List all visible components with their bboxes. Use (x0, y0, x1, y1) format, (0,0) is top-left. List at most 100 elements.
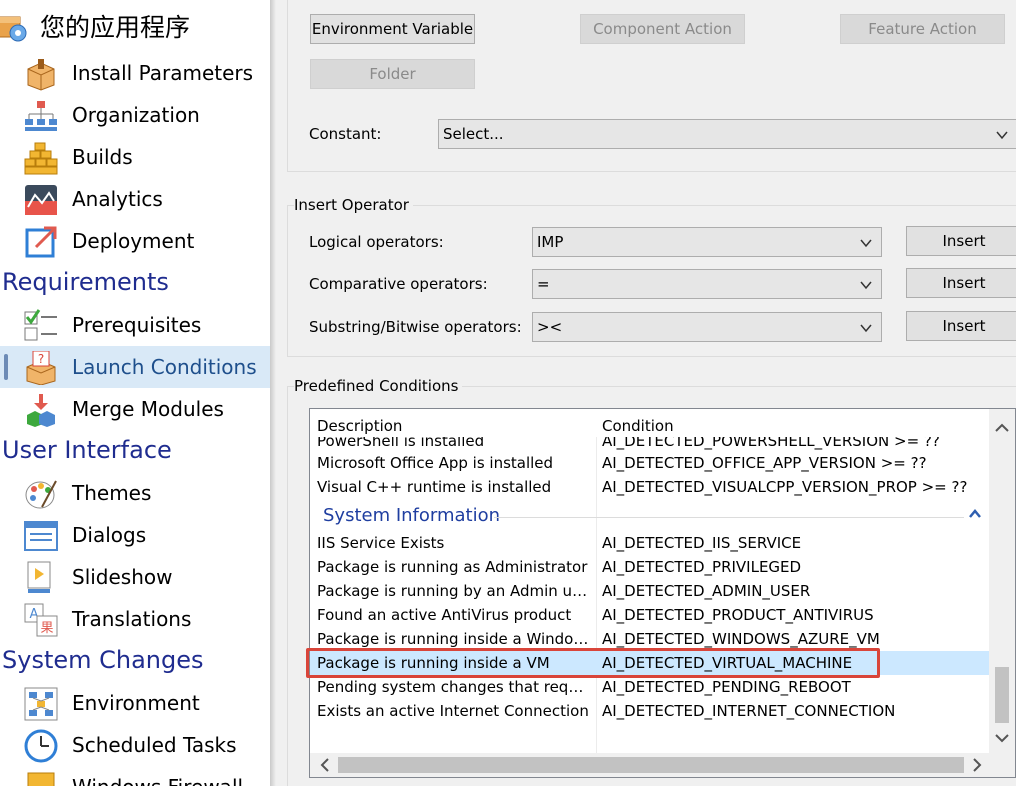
section-header-user-interface: User Interface (2, 436, 172, 464)
sidebar-item-label: Translations (72, 607, 192, 631)
scroll-right-icon[interactable] (966, 753, 988, 777)
insert-operator-title: Insert Operator (294, 196, 413, 214)
sidebar-item-dialogs[interactable]: Dialogs (0, 514, 270, 556)
sidebar-item-windows-firewall[interactable]: Windows Firewall (0, 766, 270, 786)
sidebar-item-environment[interactable]: Environment (0, 682, 270, 724)
sidebar-item-merge-modules[interactable]: Merge Modules (0, 388, 270, 430)
sidebar-item-organization[interactable]: Organization (0, 94, 270, 136)
svg-text:?: ? (38, 352, 44, 366)
environment-variable-button[interactable]: Environment Variable (310, 14, 475, 44)
scroll-left-icon[interactable] (314, 753, 336, 777)
scheduled-tasks-icon (24, 729, 58, 763)
group-label: System Information (323, 505, 501, 526)
sidebar-item-label: Organization (72, 103, 200, 127)
group-row-system-information[interactable]: System Information (310, 501, 990, 531)
row-description: Pending system changes that require... (317, 678, 589, 696)
predefined-conditions-list[interactable]: PowerShell is installed AI_DETECTED_POWE… (309, 408, 1016, 778)
sidebar: 您的应用程序 Install Parameters Organization B… (0, 0, 270, 786)
sidebar-item-launch-conditions[interactable]: ? Launch Conditions (0, 346, 270, 388)
slideshow-icon (27, 561, 51, 593)
vertical-scrollbar[interactable] (989, 409, 1015, 753)
sidebar-item-slideshow[interactable]: Slideshow (0, 556, 270, 598)
sidebar-item-label: Themes (72, 481, 152, 505)
row-condition: AI_DETECTED_PRODUCT_ANTIVIRUS (602, 606, 874, 624)
list-header: Description Condition (310, 409, 990, 437)
list-item[interactable]: Found an active AntiVirus product AI_DET… (310, 603, 990, 627)
group-divider (494, 517, 964, 518)
folder-button[interactable]: Folder (310, 59, 475, 89)
logical-operators-value: IMP (537, 233, 564, 251)
selection-indicator (4, 354, 8, 380)
sidebar-divider (270, 0, 276, 786)
row-condition: AI_DETECTED_PRIVILEGED (602, 558, 802, 576)
chevron-up-icon[interactable] (968, 507, 982, 521)
sidebar-item-label: Install Parameters (72, 61, 254, 85)
sidebar-item-scheduled-tasks[interactable]: Scheduled Tasks (0, 724, 270, 766)
logical-operators-select[interactable]: IMP (532, 227, 882, 257)
sidebar-item-label: Analytics (72, 187, 163, 211)
insert-substring-button[interactable]: Insert (906, 311, 1016, 341)
row-condition: AI_DETECTED_INTERNET_CONNECTION (602, 702, 896, 720)
comparative-operators-select[interactable]: = (532, 269, 882, 299)
constant-select-value: Select... (443, 125, 504, 143)
list-item[interactable]: IIS Service Exists AI_DETECTED_IIS_SERVI… (310, 531, 990, 555)
chevron-down-icon (860, 239, 872, 248)
row-description: Microsoft Office App is installed (317, 454, 554, 472)
chevron-down-icon (996, 131, 1008, 140)
component-action-button[interactable]: Component Action (580, 14, 745, 44)
app-title-label: 您的应用程序 (40, 13, 191, 42)
list-item[interactable]: Pending system changes that require... A… (310, 675, 990, 699)
list-item[interactable]: Package is running as Administrator AI_D… (310, 555, 990, 579)
sidebar-item-prerequisites[interactable]: Prerequisites (0, 304, 270, 346)
vertical-scroll-thumb[interactable] (995, 667, 1009, 723)
constant-select[interactable]: Select... (438, 119, 1016, 149)
row-description: Package is running inside a Window... (317, 630, 589, 648)
analytics-icon (25, 185, 57, 215)
row-condition: AI_DETECTED_OFFICE_APP_VERSION >= ?? (602, 454, 927, 472)
row-description: IIS Service Exists (317, 534, 445, 552)
sidebar-item-label: Builds (72, 145, 133, 169)
install-parameters-icon (27, 59, 55, 91)
app-title[interactable]: 您的应用程序 (0, 4, 190, 48)
column-header-description[interactable]: Description (317, 417, 402, 435)
list-item[interactable]: Microsoft Office App is installed AI_DET… (310, 451, 990, 475)
comparative-operators-label: Comparative operators: (309, 275, 488, 293)
sidebar-item-label: Merge Modules (72, 397, 224, 421)
sidebar-item-analytics[interactable]: Analytics (0, 178, 270, 220)
substring-operators-label: Substring/Bitwise operators: (309, 318, 522, 336)
windows-firewall-icon (27, 772, 55, 786)
column-header-condition[interactable]: Condition (602, 417, 674, 435)
sidebar-item-label: Prerequisites (72, 313, 202, 337)
sidebar-item-label: Slideshow (72, 565, 173, 589)
row-condition: AI_DETECTED_PENDING_REBOOT (602, 678, 851, 696)
sidebar-item-themes[interactable]: Themes (0, 472, 270, 514)
horizontal-scrollbar[interactable] (310, 753, 990, 777)
scroll-down-icon[interactable] (989, 727, 1015, 749)
insert-logical-button[interactable]: Insert (906, 226, 1016, 256)
launch-conditions-icon: ? (26, 351, 56, 385)
substring-operators-select[interactable]: >< (532, 312, 882, 342)
row-condition: AI_DETECTED_IIS_SERVICE (602, 534, 802, 552)
sidebar-item-install-parameters[interactable]: Install Parameters (0, 52, 270, 94)
chevron-down-icon (860, 281, 872, 290)
sidebar-item-label: Dialogs (72, 523, 147, 547)
list-item[interactable]: Exists an active Internet Connection AI_… (310, 699, 990, 723)
list-item[interactable]: Package is running by an Admin user AI_D… (310, 579, 990, 603)
svg-text:果: 果 (40, 621, 53, 636)
sidebar-item-label: Deployment (72, 229, 195, 253)
environment-icon (24, 687, 58, 721)
horizontal-scroll-thumb[interactable] (338, 757, 964, 773)
section-header-requirements: Requirements (2, 268, 169, 296)
sidebar-item-translations[interactable]: A 果 Translations (0, 598, 270, 640)
scroll-up-icon[interactable] (989, 417, 1015, 439)
themes-icon (25, 480, 57, 509)
list-item[interactable]: Visual C++ runtime is installed AI_DETEC… (310, 475, 990, 499)
sidebar-item-deployment[interactable]: Deployment (0, 220, 270, 262)
row-description: Visual C++ runtime is installed (317, 478, 552, 496)
feature-action-button[interactable]: Feature Action (840, 14, 1005, 44)
app-package-icon (0, 16, 27, 42)
sidebar-item-builds[interactable]: Builds (0, 136, 270, 178)
insert-comparative-button[interactable]: Insert (906, 268, 1016, 298)
deployment-icon (25, 226, 57, 258)
substring-operators-value: >< (537, 318, 563, 336)
